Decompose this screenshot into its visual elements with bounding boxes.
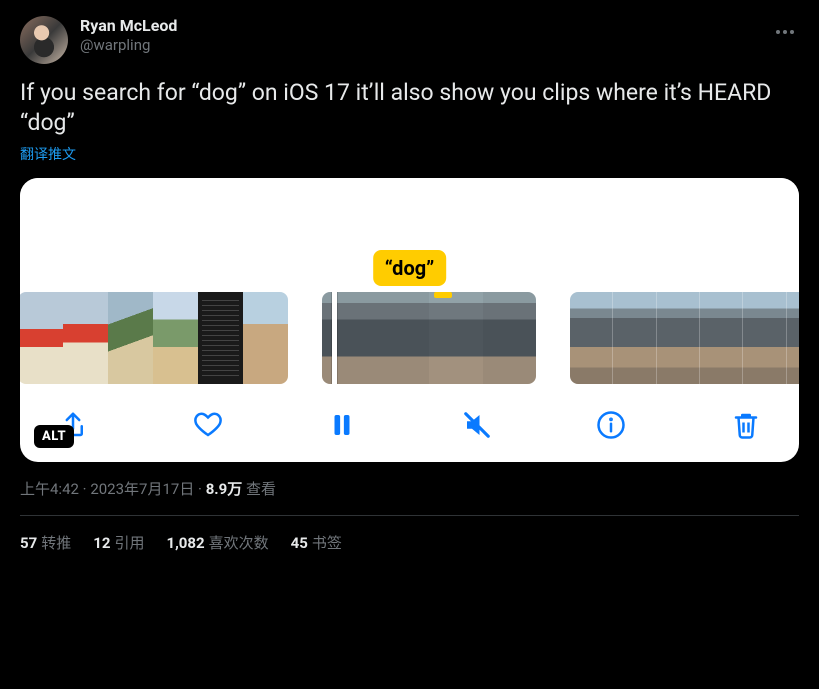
tweet-text: If you search for “dog” on iOS 17 it’ll … [20,78,799,138]
tweet-date[interactable]: 2023年7月17日 [90,480,194,498]
delete-button[interactable] [729,408,763,442]
tweet-time[interactable]: 上午4:42 [20,480,79,498]
likes-stat[interactable]: 1,082喜欢次数 [166,532,268,553]
clip-frame [787,292,799,384]
translate-link[interactable]: 翻译推文 [20,144,76,164]
clip-frame [570,292,613,384]
clip-group-2[interactable] [322,292,536,384]
clip-frame [20,292,63,384]
video-timeline[interactable] [20,292,799,384]
retweets-stat[interactable]: 57转推 [20,532,71,553]
caption-playhead-marker [434,292,452,298]
clip-frame [657,292,700,384]
info-button[interactable] [594,408,628,442]
like-button[interactable] [191,408,225,442]
handle: @warpling [80,36,177,55]
clip-frame [108,292,153,384]
media-card[interactable]: “dog” [20,178,799,462]
tweet-container: Ryan McLeod @warpling If you search for … [0,0,819,569]
clip-frame [743,292,786,384]
tweet-stats: 57转推 12引用 1,082喜欢次数 45书签 [20,532,799,553]
views-label: 查看 [242,480,276,498]
media-toolbar [20,384,799,448]
heart-icon [193,410,223,440]
avatar[interactable] [20,16,68,64]
caption-bubble: “dog” [373,250,447,286]
divider [20,515,799,516]
clip-frame [483,292,537,384]
info-icon [596,410,626,440]
clip-frame [700,292,743,384]
mute-button[interactable] [460,408,494,442]
more-options-button[interactable] [771,16,799,43]
clip-frame [376,292,430,384]
ellipsis-icon [775,29,795,35]
bookmarks-stat[interactable]: 45书签 [291,532,342,553]
pause-button[interactable] [325,408,359,442]
clip-frame [198,292,243,384]
pause-icon [327,410,357,440]
clip-frame [243,292,288,384]
tweet-meta: 上午4:42 · 2023年7月17日 · 8.9万 查看 [20,478,799,499]
clip-group-3[interactable] [570,292,799,384]
clip-group-1[interactable] [20,292,288,384]
mute-icon [462,410,492,440]
alt-badge[interactable]: ALT [34,425,74,448]
display-name: Ryan McLeod [80,16,177,36]
scrubber-handle[interactable] [332,292,337,384]
views-count: 8.9万 [206,480,243,498]
author-block[interactable]: Ryan McLeod @warpling [80,16,177,55]
clip-frame [153,292,198,384]
clip-frame [613,292,656,384]
clip-frame [63,292,108,384]
clip-frame [429,292,483,384]
clip-frame [322,292,376,384]
trash-icon [731,410,761,440]
quotes-stat[interactable]: 12引用 [93,532,144,553]
tweet-header: Ryan McLeod @warpling [20,16,799,64]
